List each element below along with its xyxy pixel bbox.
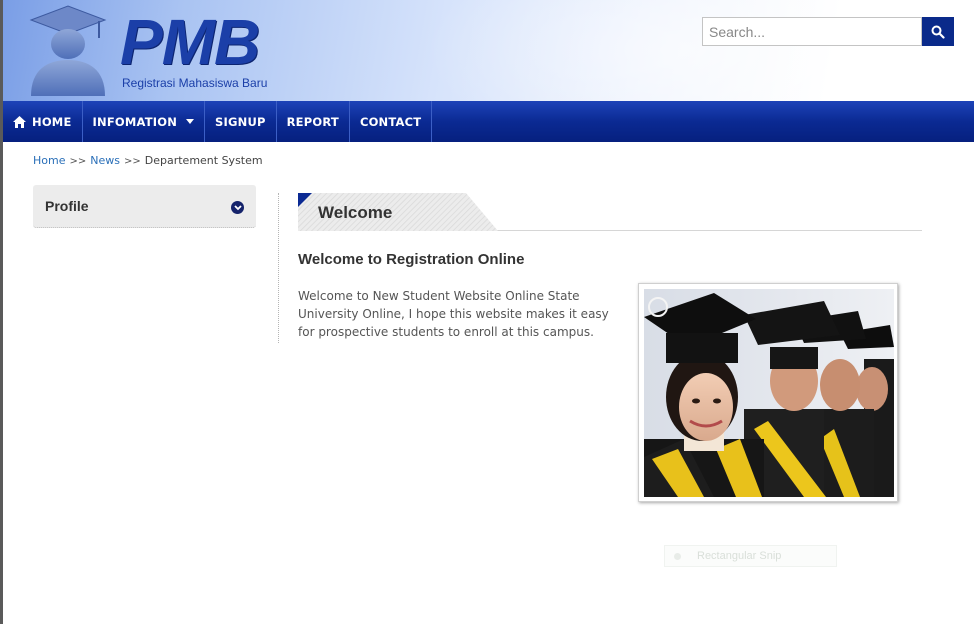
site-header: PMB Registrasi Mahasiswa Baru (3, 0, 974, 101)
breadcrumb: Home >> News >> Departement System (33, 154, 263, 167)
search-input[interactable] (702, 17, 922, 46)
content-heading: Welcome to Registration Online (298, 251, 525, 268)
column-divider (278, 193, 279, 343)
sidebar-profile-toggle[interactable]: Profile (33, 185, 256, 228)
main-nav: HOME INFOMATION SIGNUP REPORT CONTACT (3, 101, 974, 142)
graduates-photo (638, 283, 898, 502)
nav-item-label: INFOMATION (92, 114, 178, 129)
breadcrumb-separator: >> (69, 156, 87, 167)
nav-item-label: REPORT (286, 114, 339, 129)
snip-mode-icon (674, 553, 681, 560)
dropdown-caret-icon (186, 119, 195, 124)
home-icon (13, 115, 26, 128)
nav-item-report[interactable]: REPORT (277, 101, 350, 142)
graduate-logo-icon (29, 5, 107, 96)
breadcrumb-home-link[interactable]: Home (33, 154, 65, 167)
logo-title: PMB (120, 6, 260, 78)
breadcrumb-news-link[interactable]: News (90, 154, 120, 167)
nav-item-label: HOME (32, 114, 72, 129)
chevron-down-circle-icon (231, 201, 244, 214)
snipping-tool-overlay: Rectangular Snip (664, 545, 837, 567)
search-box (702, 17, 955, 46)
welcome-tab-title: Welcome (318, 203, 393, 222)
logo-subtitle: Registrasi Mahasiswa Baru (122, 76, 268, 90)
graduates-image (644, 289, 894, 497)
snip-mode-label: Rectangular Snip (697, 550, 782, 562)
search-icon (931, 25, 945, 39)
nav-item-home[interactable]: HOME (3, 101, 83, 142)
nav-item-information[interactable]: INFOMATION (83, 101, 206, 142)
welcome-tab-header: Welcome (298, 193, 922, 231)
nav-item-signup[interactable]: SIGNUP (205, 101, 277, 142)
nav-item-label: CONTACT (359, 114, 422, 129)
header-decoration (423, 0, 943, 101)
content-body: Welcome to New Student Website Online St… (298, 289, 609, 339)
nav-item-contact[interactable]: CONTACT (350, 101, 433, 142)
breadcrumb-separator: >> (123, 156, 141, 167)
site-logo[interactable]: PMB Registrasi Mahasiswa Baru (25, 4, 295, 96)
sidebar-profile-label: Profile (45, 198, 89, 214)
nav-item-label: SIGNUP (215, 114, 266, 129)
breadcrumb-current: Departement System (144, 154, 263, 167)
search-button[interactable] (922, 17, 954, 46)
